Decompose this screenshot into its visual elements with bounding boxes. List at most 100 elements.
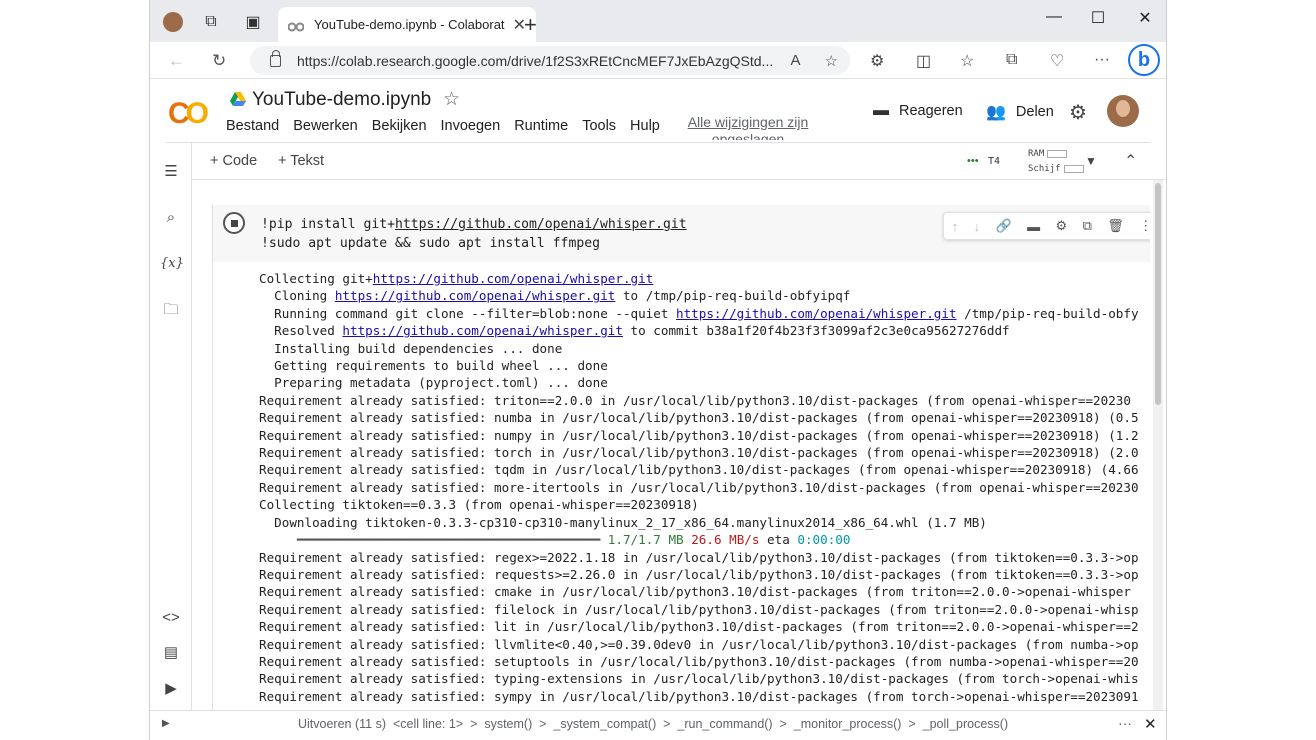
menu-bekijken[interactable]: Bekijken [372, 118, 427, 134]
cell-settings-icon[interactable]: ⚙ [1056, 218, 1068, 234]
favorites-icon[interactable]: ☆ [960, 51, 974, 71]
stop-execution-button[interactable] [223, 212, 245, 234]
mirror-cell-icon[interactable]: ⧉ [1083, 218, 1092, 234]
more-cell-actions-icon[interactable]: ⋮ [1139, 218, 1150, 234]
move-up-icon[interactable]: ↑ [952, 219, 959, 234]
add-code-button[interactable]: + Code [210, 153, 257, 169]
drive-icon[interactable] [230, 92, 246, 106]
output-line: Requirement already satisfied: numba in … [259, 410, 1139, 426]
output-line: Downloading tiktoken-0.3.3-cp310-cp310-m… [259, 514, 987, 530]
output-link[interactable]: https://github.com/openai/whisper.git [342, 323, 623, 338]
star-notebook-icon[interactable]: ☆ [443, 88, 460, 111]
logo-letter-o: O [185, 97, 209, 130]
move-down-icon[interactable]: ↓ [974, 219, 981, 234]
back-icon[interactable]: ← [168, 51, 185, 71]
cell-output: Collecting git+https://github.com/openai… [259, 270, 1139, 705]
search-icon[interactable]: ⌕ [160, 207, 182, 229]
comment-cell-icon[interactable]: ▬ [1027, 219, 1040, 234]
address-bar[interactable]: https://colab.research.google.com/drive/… [250, 46, 850, 75]
lock-icon[interactable] [270, 49, 281, 67]
browser-tab[interactable]: YouTube-demo.ipynb - Colaborat ✕ [278, 7, 536, 42]
cell-toolbar: ↑ ↓ 🔗 ▬ ⚙ ⧉ 🗑 ⋮ [943, 212, 1150, 240]
reload-icon[interactable]: ↻ [212, 51, 226, 71]
link-icon[interactable]: 🔗 [996, 218, 1012, 234]
workspaces-icon[interactable]: ⧉ [200, 11, 222, 33]
notebook-toolbar: + Code + Tekst ••• T4 RAM Schijf ▼ ⌃ [192, 143, 1166, 180]
settings-gear-icon[interactable]: ⚙ [1069, 100, 1087, 125]
output-line: Resolved [259, 323, 343, 339]
notebook-title[interactable]: YouTube-demo.ipynb [252, 89, 431, 111]
output-line: Installing build dependencies ... done [259, 340, 563, 356]
output-link[interactable]: https://github.com/openai/whisper.git [335, 288, 616, 303]
output-line: Requirement already satisfied: torch in … [259, 445, 1139, 461]
output-line: Requirement already satisfied: numpy in … [259, 427, 1139, 443]
profile-avatar[interactable] [162, 11, 184, 33]
close-window-icon[interactable]: ✕ [1135, 8, 1155, 28]
code-text[interactable]: !pip install git+https://github.com/open… [261, 215, 687, 253]
browser-essentials-icon[interactable]: ♡ [1050, 51, 1064, 71]
share-button[interactable]: 👥 Delen [986, 102, 1054, 122]
output-line: to commit b38a1f20f4b23f3f3099af2c3e0ca9… [622, 323, 1010, 339]
add-text-button[interactable]: + Tekst [278, 153, 324, 169]
table-of-contents-icon[interactable]: ☰ [160, 161, 182, 183]
bing-copilot-icon[interactable]: b [1128, 44, 1160, 76]
menu-bestand[interactable]: Bestand [226, 118, 279, 134]
user-avatar[interactable] [1107, 95, 1139, 127]
comment-button[interactable]: ▬ Reageren [873, 102, 963, 120]
progress-bar: ━━━━━━━━━━━━━━━━━━━━━━━━━━━━━━━━━━━━━━━━ [259, 532, 608, 548]
output-line: Cloning [259, 288, 335, 304]
menu-hulp[interactable]: Hulp [630, 118, 660, 134]
menu-bewerken[interactable]: Bewerken [293, 118, 357, 134]
collections-icon[interactable]: ⧉ [1006, 51, 1017, 69]
minimize-icon[interactable]: — [1044, 8, 1064, 26]
variables-icon[interactable]: {x} [160, 253, 184, 275]
notebook-area: !pip install git+https://github.com/open… [192, 180, 1150, 710]
disk-bar [1063, 164, 1084, 173]
menu-tools[interactable]: Tools [582, 118, 616, 134]
colab-logo[interactable]: CO [168, 97, 209, 131]
progress-eta-label: eta [759, 532, 798, 548]
new-tab-icon[interactable]: + [524, 12, 537, 38]
read-aloud-icon[interactable]: A [791, 52, 801, 69]
code-cell[interactable]: !pip install git+https://github.com/open… [212, 205, 1150, 710]
split-screen-icon[interactable]: ◫ [916, 51, 931, 71]
comment-icon: ▬ [873, 102, 889, 119]
code-link[interactable]: https://github.com/openai/whisper.git [395, 217, 687, 232]
tab-actions-icon[interactable]: ▣ [242, 11, 264, 33]
output-line: Requirement already satisfied: llvmlite<… [259, 636, 1139, 652]
output-link[interactable]: https://github.com/openai/whisper.git [676, 306, 957, 321]
notebook-scrollbar[interactable] [1153, 180, 1163, 710]
expand-status-icon[interactable]: ▶ [162, 718, 170, 729]
logo-letter-c: C [168, 97, 190, 130]
save-status[interactable]: Alle wijzigingen zijn opgeslagen [686, 114, 810, 140]
output-line: Requirement already satisfied: regex>=20… [259, 549, 1139, 565]
more-menu-icon[interactable]: ··· [1094, 51, 1110, 69]
menu-invoegen[interactable]: Invoegen [441, 118, 501, 134]
terminal-icon[interactable]: ▶ [160, 678, 182, 700]
tab-title: YouTube-demo.ipynb - Colaborat [314, 17, 505, 32]
command-palette-icon[interactable]: ▤ [160, 642, 182, 664]
code-snippets-icon[interactable]: <> [160, 607, 182, 629]
output-link[interactable]: https://github.com/openai/whisper.git [373, 271, 654, 286]
runtime-dropdown-icon[interactable]: ▼ [1085, 154, 1097, 168]
address-bar-row: ← ↻ https://colab.research.google.com/dr… [150, 42, 1166, 79]
collapse-header-icon[interactable]: ⌃ [1124, 151, 1137, 171]
resource-monitor[interactable]: RAM Schijf [1028, 147, 1084, 177]
output-line: Requirement already satisfied: requests>… [259, 566, 1139, 582]
code-line-1: !pip install git+ [261, 217, 396, 232]
delete-cell-icon[interactable]: 🗑 [1107, 218, 1124, 234]
maximize-icon[interactable]: ☐ [1088, 8, 1108, 28]
menu-runtime[interactable]: Runtime [514, 118, 568, 134]
execution-status[interactable]: Uitvoeren (11 s) <cell line: 1> > system… [298, 717, 1008, 731]
close-status-icon[interactable]: ✕ [1144, 715, 1157, 733]
output-line: Running command git clone --filter=blob:… [259, 305, 677, 321]
output-line: Collecting tiktoken==0.3.3 (from openai-… [259, 497, 699, 513]
output-line: Requirement already satisfied: filelock … [259, 601, 1139, 617]
ram-bar [1047, 149, 1068, 158]
extensions-icon[interactable]: ⚙ [870, 51, 884, 71]
status-more-icon[interactable]: ··· [1118, 715, 1132, 731]
disk-label: Schijf [1028, 164, 1061, 174]
runtime-type[interactable]: T4 [988, 156, 1000, 167]
files-folder-icon[interactable]: 🗀 [160, 299, 182, 321]
favorite-star-icon[interactable]: ☆ [825, 52, 838, 70]
